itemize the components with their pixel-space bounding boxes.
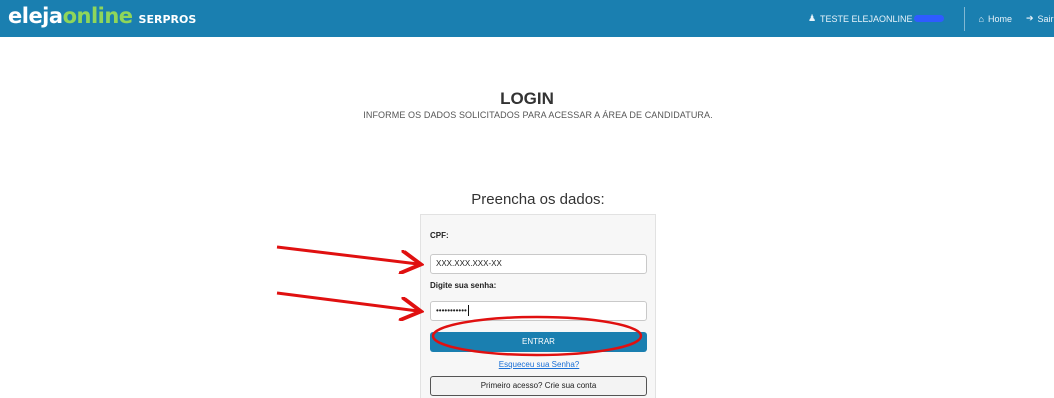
home-label: Home	[987, 13, 1012, 24]
arrow-annotation-cpf	[276, 245, 418, 264]
arrow-annotation-password	[276, 291, 418, 311]
organization-name: SERPROS	[138, 13, 197, 26]
password-label: Digite sua senha:	[430, 281, 497, 290]
redacted-mark	[913, 15, 944, 22]
form-heading: Preencha os dados:	[471, 191, 605, 208]
login-button[interactable]: ENTRAR	[430, 332, 647, 352]
page-subtitle: INFORME OS DADOS SOLICITADOS PARA ACESSA…	[363, 110, 713, 120]
user-name: TESTE ELEJAONLINE	[820, 13, 913, 24]
password-value: •••••••••••	[436, 306, 467, 315]
cpf-label: CPF:	[430, 231, 449, 240]
user-icon: ♟	[807, 13, 817, 23]
cpf-input[interactable]: XXX.XXX.XXX-XX	[430, 254, 647, 274]
top-navbar: elejaonline SERPROS ♟ TESTE ELEJAONLINE …	[0, 0, 1054, 37]
nav-right: ♟ TESTE ELEJAONLINE ⌂ Home ➔ Sair	[808, 0, 1054, 37]
brand-logo[interactable]: elejaonline SERPROS	[8, 4, 196, 32]
exit-link[interactable]: ➔ Sair	[1026, 13, 1054, 24]
user-menu[interactable]: ♟ TESTE ELEJAONLINE	[808, 13, 964, 24]
text-cursor	[467, 305, 469, 317]
forgot-password-link[interactable]: Esqueceu sua Senha?	[421, 360, 657, 369]
page-title: LOGIN	[500, 89, 554, 108]
home-icon: ⌂	[978, 13, 984, 24]
home-link[interactable]: ⌂ Home	[979, 14, 1012, 24]
password-input[interactable]: •••••••••••	[430, 301, 647, 321]
create-account-button[interactable]: Primeiro acesso? Crie sua conta	[430, 376, 647, 396]
login-panel: CPF: XXX.XXX.XXX-XX Digite sua senha: ••…	[420, 214, 656, 398]
cpf-value: XXX.XXX.XXX-XX	[436, 259, 502, 268]
logo-text: elejaonline	[8, 4, 133, 28]
exit-label: Sair	[1037, 13, 1054, 24]
sign-out-icon: ➔	[1026, 13, 1034, 23]
nav-divider	[963, 6, 965, 31]
